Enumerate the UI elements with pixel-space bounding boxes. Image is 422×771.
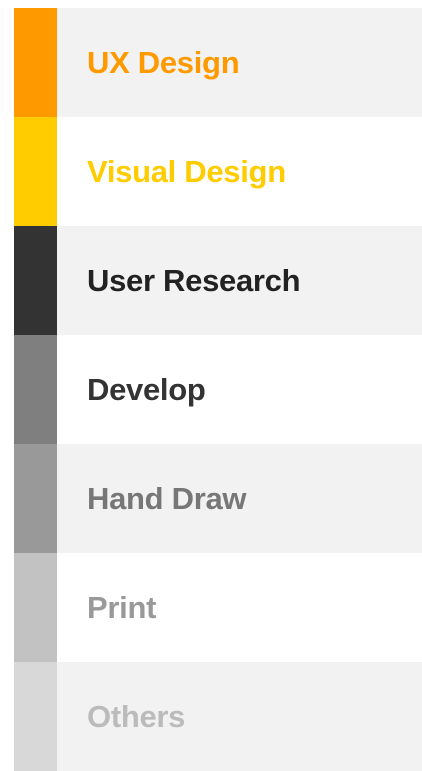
- color-swatch: [14, 226, 57, 335]
- nav-item-label: User Research: [87, 262, 301, 298]
- nav-item-label: Others: [87, 698, 186, 734]
- nav-item-label: UX Design: [87, 44, 240, 80]
- color-swatch: [14, 662, 57, 771]
- nav-item-print[interactable]: Print: [14, 553, 422, 662]
- nav-item-user-research[interactable]: User Research: [14, 226, 422, 335]
- color-swatch: [14, 444, 57, 553]
- nav-item-label: Print: [87, 589, 157, 625]
- nav-item-label: Develop: [87, 371, 206, 407]
- nav-item-hand-draw[interactable]: Hand Draw: [14, 444, 422, 553]
- nav-item-label: Hand Draw: [87, 480, 247, 516]
- nav-item-ux-design[interactable]: UX Design: [14, 8, 422, 117]
- nav-item-develop[interactable]: Develop: [14, 335, 422, 444]
- color-swatch: [14, 335, 57, 444]
- color-swatch: [14, 553, 57, 662]
- nav-item-label: Visual Design: [87, 153, 286, 189]
- color-swatch: [14, 117, 57, 226]
- nav-item-visual-design[interactable]: Visual Design: [14, 117, 422, 226]
- nav-item-others[interactable]: Others: [14, 662, 422, 771]
- category-nav: UX Design Visual Design User Research De…: [14, 8, 422, 771]
- color-swatch: [14, 8, 57, 117]
